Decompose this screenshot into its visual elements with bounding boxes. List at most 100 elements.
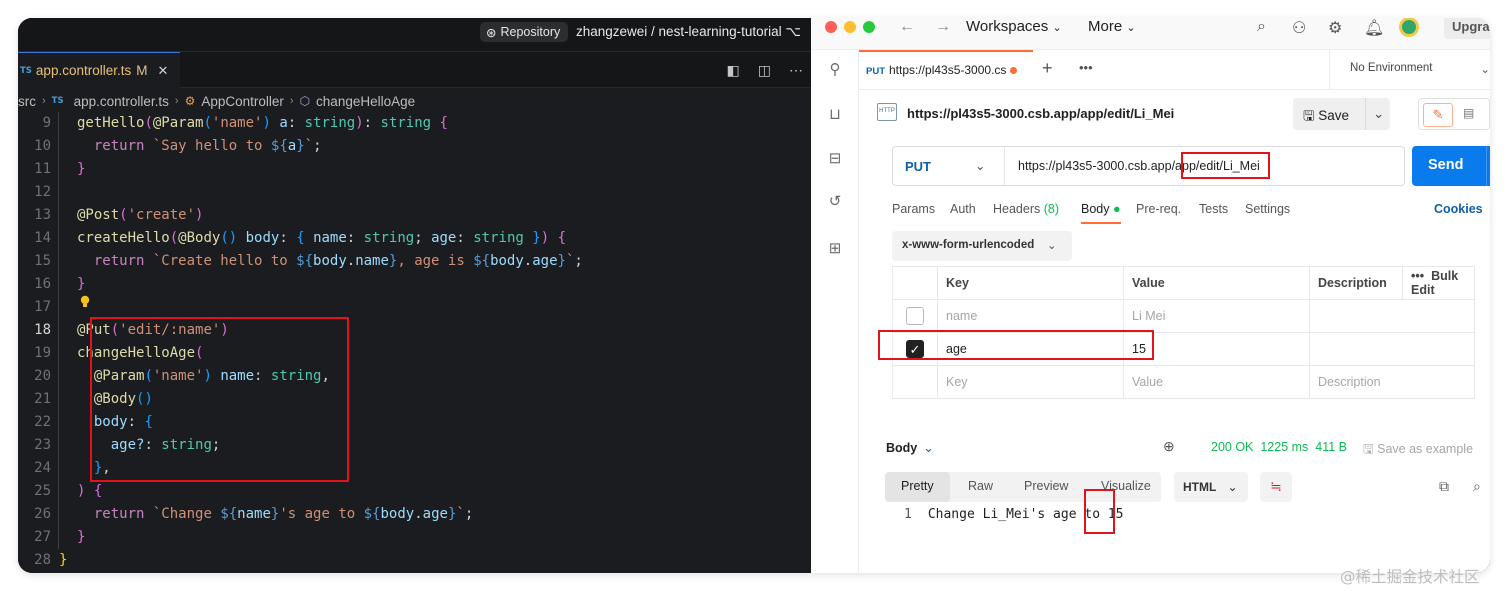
code-line: 12 <box>18 181 811 204</box>
upgrade-button[interactable]: Upgra <box>1444 18 1490 39</box>
collection-icon[interactable]: ⊟ <box>825 149 845 169</box>
tab-preview[interactable]: Preview <box>1024 479 1068 493</box>
response-view-tabs: Pretty Raw Preview Visualize <box>885 472 1161 502</box>
save-as-example-button[interactable]: 🖫︎ Save as example <box>1363 440 1473 461</box>
maximize-window-icon[interactable] <box>863 21 875 33</box>
user-icon[interactable]: ⚲ <box>825 60 845 80</box>
breadcrumb: src › TS app.controller.ts › ⚙ AppContro… <box>18 91 415 111</box>
trash-icon[interactable]: ⊔ <box>825 105 845 125</box>
notifications-icon[interactable]: 🔔︎ <box>1364 18 1384 38</box>
active-underline <box>1081 222 1121 224</box>
copy-icon[interactable]: ⧉ <box>1439 478 1449 495</box>
forward-arrow-icon[interactable]: → <box>935 18 951 36</box>
tab-request[interactable]: PUT https://pl43s5-3000.cs <box>859 50 1033 90</box>
environment-select[interactable]: No Environment ⌄ <box>1329 50 1490 90</box>
line-number: 16 <box>34 276 51 292</box>
more-actions-icon[interactable]: ⋯ <box>789 62 803 79</box>
more-menu[interactable]: More ⌄ <box>1088 18 1136 35</box>
body-type-select[interactable]: x-www-form-urlencoded ⌄ <box>892 231 1072 261</box>
back-arrow-icon[interactable]: ← <box>899 18 915 36</box>
line-number: 26 <box>34 506 51 522</box>
apps-icon[interactable]: ⊞ <box>825 239 845 259</box>
split-editor-icon[interactable]: ◫ <box>758 62 771 79</box>
cookies-link[interactable]: Cookies <box>1434 202 1483 216</box>
breadcrumb-folder[interactable]: src <box>18 94 36 109</box>
breadcrumb-file[interactable]: app.controller.ts <box>74 94 169 109</box>
line-number: 14 <box>34 230 51 246</box>
minimize-window-icon[interactable] <box>844 21 856 33</box>
description-cell[interactable] <box>1309 299 1475 333</box>
more-icon: ••• <box>1411 269 1425 283</box>
repository-chip[interactable]: ⊛ Repository <box>480 22 569 42</box>
save-label: Save <box>1318 108 1350 123</box>
response-status: 200 OK 1225 ms 411 B <box>1211 440 1347 454</box>
value-cell[interactable]: Li Mei <box>1123 299 1310 333</box>
tab-body[interactable]: Body ● <box>1081 202 1121 224</box>
workspaces-menu[interactable]: Workspaces ⌄ <box>966 18 1062 35</box>
code-editor: ⊛ Repository zhangzewei / nest-learning-… <box>18 18 811 573</box>
line-number: 24 <box>34 460 51 476</box>
table-header-row: Key Value Description ••• Bulk Edit <box>892 266 1475 300</box>
key-cell[interactable]: name <box>937 299 1124 333</box>
url-bar: PUT ⌄ https://pl43s5-3000.csb.app/app/ed… <box>892 146 1405 186</box>
table-row: name Li Mei <box>892 299 1475 333</box>
chevron-down-icon[interactable]: ⌄ <box>975 158 985 173</box>
history-icon[interactable]: ↺ <box>825 192 845 212</box>
response-text: Change Li_Mei's age to <box>927 507 1108 522</box>
line-number: 27 <box>34 529 51 545</box>
chevron-down-icon[interactable]: ⌄ <box>1373 106 1384 122</box>
chevron-down-icon: ⌄ <box>1052 22 1062 34</box>
tab-tests[interactable]: Tests <box>1199 202 1228 216</box>
lightbulb-icon[interactable] <box>80 295 90 309</box>
response-body-select[interactable]: Body ⌄ <box>886 440 934 455</box>
code-line: 13 @Post('create') <box>18 204 811 227</box>
close-icon[interactable]: ✕ <box>157 63 168 79</box>
tab-prereq[interactable]: Pre-req. <box>1136 202 1181 216</box>
breadcrumb-method[interactable]: changeHelloAge <box>316 94 415 109</box>
key-placeholder[interactable]: Key <box>937 365 1124 399</box>
add-tab-icon[interactable]: + <box>1042 58 1053 79</box>
settings-icon[interactable]: ⚙ <box>1328 18 1342 38</box>
response-time: 1225 ms <box>1260 440 1309 454</box>
send-button[interactable]: Send ⌄ <box>1412 146 1490 186</box>
tab-app-controller[interactable]: TS app.controller.ts M ✕ <box>18 52 180 88</box>
line-number: 9 <box>42 115 51 131</box>
save-button[interactable]: 🖫︎ Save ⌄ <box>1293 98 1390 130</box>
line-number: 13 <box>34 207 51 223</box>
description-cell[interactable] <box>1309 332 1475 366</box>
class-icon: ⚙ <box>184 94 196 108</box>
value-placeholder[interactable]: Value <box>1123 365 1310 399</box>
format-select[interactable]: HTML ⌄ <box>1174 472 1248 502</box>
close-window-icon[interactable] <box>825 21 837 33</box>
invite-user-icon[interactable]: ⚇ <box>1292 18 1306 38</box>
tab-params[interactable]: Params <box>892 202 935 216</box>
tab-auth[interactable]: Auth <box>950 202 976 216</box>
tab-pretty[interactable]: Pretty <box>885 472 950 502</box>
toggle-panel-icon[interactable]: ◧ <box>727 62 740 79</box>
breadcrumb-class[interactable]: AppController <box>201 94 284 109</box>
divider <box>1486 146 1487 186</box>
tab-headers[interactable]: Headers (8) <box>993 202 1059 216</box>
line-number: 20 <box>34 368 51 384</box>
row-checkbox[interactable] <box>906 307 924 325</box>
line-number: 25 <box>34 483 51 499</box>
request-name[interactable]: https://pl43s5-3000.csb.app/app/edit/Li_… <box>907 106 1174 121</box>
search-icon[interactable]: ⌕ <box>1257 18 1266 36</box>
highlight-box <box>1084 489 1115 534</box>
comment-icon[interactable]: ▤ <box>1463 106 1474 120</box>
pencil-icon[interactable]: ✎ <box>1423 103 1453 127</box>
workspaces-label: Workspaces <box>966 18 1049 35</box>
method-select[interactable]: PUT <box>905 159 931 174</box>
wrap-lines-icon[interactable]: ≒ <box>1260 472 1292 502</box>
globe-icon[interactable]: ⊕ <box>1163 438 1175 455</box>
bulk-edit-button[interactable]: ••• Bulk Edit <box>1402 266 1475 300</box>
repository-path[interactable]: zhangzewei / nest-learning-tutorial ⌥ <box>576 24 801 40</box>
description-placeholder[interactable]: Description <box>1309 365 1475 399</box>
search-icon[interactable]: ⌕ <box>1473 478 1481 495</box>
code-line: 17 <box>18 296 811 319</box>
tab-raw[interactable]: Raw <box>968 479 993 493</box>
more-tabs-icon[interactable]: ••• <box>1079 60 1093 75</box>
tab-settings[interactable]: Settings <box>1245 202 1290 216</box>
chevron-down-icon: ⌄ <box>1227 480 1238 494</box>
avatar[interactable] <box>1399 18 1419 37</box>
